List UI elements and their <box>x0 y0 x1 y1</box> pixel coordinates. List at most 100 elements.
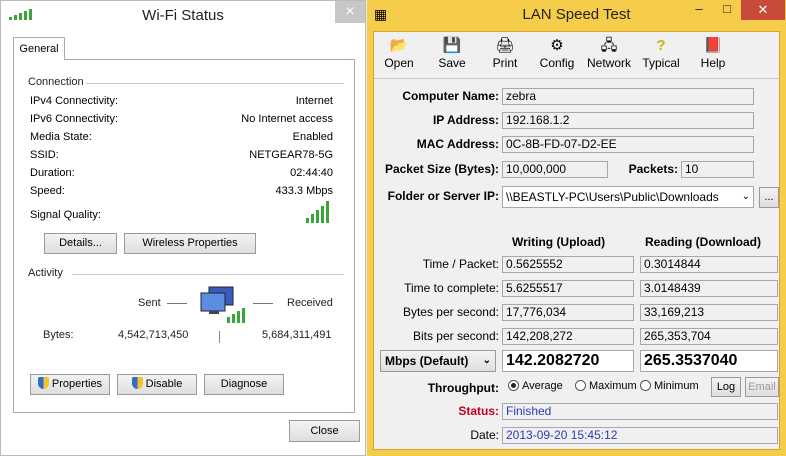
packet-size-field[interactable]: 10,000,000 <box>502 161 608 178</box>
lan-title-bar: ▦ LAN Speed Test – □ ✕ <box>367 0 786 30</box>
disable-button[interactable]: Disable <box>117 374 197 395</box>
time-to-complete-label: Time to complete: <box>404 281 499 295</box>
status-field: Finished <box>502 403 778 420</box>
toolbar-typical-button[interactable]: ? Typical <box>638 36 684 70</box>
toolbar-config-label: Config <box>539 56 575 70</box>
ipv4-label: IPv4 Connectivity: <box>30 95 119 107</box>
toolbar-network-button[interactable]: 🖧 Network <box>586 36 632 70</box>
maximize-icon[interactable]: □ <box>713 1 741 16</box>
radio-maximum-label: Maximum <box>589 380 637 392</box>
bytes-label: Bytes: <box>43 329 74 341</box>
config-icon: ⚙ <box>550 37 564 54</box>
folder-select-value: \\BEASTLY-PC\Users\Public\Downloads <box>506 190 719 204</box>
wifi-window-title: Wi-Fi Status <box>142 7 224 24</box>
network-icon: 🖧 <box>600 37 618 54</box>
radio-average-dot <box>508 380 519 391</box>
radio-average[interactable]: Average <box>508 380 563 392</box>
ip-address-field[interactable]: 192.168.1.2 <box>502 112 754 129</box>
bytes-sent-value: 4,542,713,450 <box>118 329 189 341</box>
ipv4-value: Internet <box>295 95 333 107</box>
bytes-received-value: 5,684,311,491 <box>262 329 332 341</box>
toolbar-help-button[interactable]: 📕 Help <box>690 36 736 70</box>
close-button[interactable]: Close <box>289 420 360 442</box>
folder-open-icon: 📂 <box>389 37 409 54</box>
activity-divider-vertical <box>219 331 220 343</box>
time-to-complete-write: 5.6255517 <box>502 280 634 297</box>
radio-average-label: Average <box>522 380 563 392</box>
radio-minimum-label: Minimum <box>654 380 699 392</box>
details-button[interactable]: Details... <box>44 233 117 254</box>
properties-button[interactable]: Properties <box>30 374 110 395</box>
shield-icon <box>131 377 143 389</box>
wifi-title-bar: Wi-Fi Status × <box>1 1 365 31</box>
toolbar-print-label: Print <box>492 56 518 70</box>
wifi-status-window: Wi-Fi Status × General Connection IPv4 C… <box>0 0 366 456</box>
toolbar-typical-label: Typical <box>642 56 680 70</box>
packets-field[interactable]: 10 <box>681 161 754 178</box>
wireless-properties-button[interactable]: Wireless Properties <box>124 233 256 254</box>
connection-divider <box>86 83 344 84</box>
mbps-write-value: 142.2082720 <box>502 350 634 372</box>
log-button[interactable]: Log <box>711 377 741 397</box>
connection-heading: Connection <box>28 76 84 88</box>
ssid-row: SSID: NETGEAR78-5G <box>30 149 333 165</box>
packets-label: Packets: <box>628 162 678 176</box>
folder-select[interactable]: \\BEASTLY-PC\Users\Public\Downloads ⌄ <box>502 186 754 208</box>
close-icon[interactable]: ✕ <box>741 0 785 20</box>
duration-value: 02:44:40 <box>290 167 333 179</box>
disable-label: Disable <box>145 378 183 390</box>
floppy-icon: 💾 <box>442 37 462 54</box>
bytes-per-second-write: 17,776,034 <box>502 304 634 321</box>
ipv6-row: IPv6 Connectivity: No Internet access <box>30 113 333 129</box>
duration-row: Duration: 02:44:40 <box>30 167 333 183</box>
computer-name-field[interactable]: zebra <box>502 88 754 105</box>
date-field: 2013-09-20 15:45:12 <box>502 427 778 444</box>
status-label: Status: <box>458 404 499 418</box>
bits-per-second-read: 265,353,704 <box>640 328 778 345</box>
minimize-icon[interactable]: – <box>685 1 713 16</box>
lan-speed-test-window: ▦ LAN Speed Test – □ ✕ 📂 Open 💾 Save 🖨 P… <box>367 0 786 456</box>
bits-per-second-label: Bits per second: <box>412 329 499 343</box>
received-dash <box>253 303 273 304</box>
browse-button[interactable]: ... <box>759 187 779 208</box>
chevron-down-icon: ⌄ <box>482 355 491 366</box>
ip-address-label: IP Address: <box>432 113 499 127</box>
mac-address-label: MAC Address: <box>416 137 499 151</box>
speed-row: Speed: 433.3 Mbps <box>30 185 333 201</box>
radio-minimum-dot <box>640 380 651 391</box>
time-per-packet-read: 0.3014844 <box>640 256 778 273</box>
network-computers-icon <box>200 286 245 323</box>
ipv4-row: IPv4 Connectivity: Internet <box>30 95 333 111</box>
time-to-complete-read: 3.0148439 <box>640 280 778 297</box>
signal-row: Signal Quality: <box>30 209 333 225</box>
ssid-value: NETGEAR78-5G <box>249 149 333 161</box>
reading-header: Reading (Download) <box>645 235 761 249</box>
packet-size-label: Packet Size (Bytes): <box>384 162 499 176</box>
unit-select[interactable]: Mbps (Default) ⌄ <box>380 350 496 372</box>
help-book-icon: 📕 <box>703 37 723 54</box>
chevron-down-icon: ⌄ <box>741 191 750 202</box>
toolbar-save-button[interactable]: 💾 Save <box>429 36 475 70</box>
computer-name-label: Computer Name: <box>402 89 499 103</box>
wifi-close-icon[interactable]: × <box>335 1 365 23</box>
ipv6-label: IPv6 Connectivity: <box>30 113 119 125</box>
mbps-read-value: 265.3537040 <box>640 350 778 372</box>
folder-label: Folder or Server IP: <box>387 189 499 203</box>
received-label: Received <box>287 297 333 309</box>
toolbar-open-button[interactable]: 📂 Open <box>376 36 422 70</box>
ipv6-value: No Internet access <box>241 113 333 125</box>
time-per-packet-write: 0.5625552 <box>502 256 634 273</box>
radio-maximum[interactable]: Maximum <box>575 380 637 392</box>
radio-minimum[interactable]: Minimum <box>640 380 699 392</box>
email-button[interactable]: Email <box>745 377 779 397</box>
toolbar-config-button[interactable]: ⚙ Config <box>534 36 580 70</box>
diagnose-button[interactable]: Diagnose <box>204 374 284 395</box>
mac-address-field[interactable]: 0C-8B-FD-07-D2-EE <box>502 136 754 153</box>
toolbar-print-button[interactable]: 🖨 Print <box>482 36 528 70</box>
time-per-packet-label: Time / Packet: <box>422 257 499 271</box>
tab-general[interactable]: General <box>13 37 65 60</box>
ssid-label: SSID: <box>30 149 59 161</box>
toolbar-network-label: Network <box>586 56 631 70</box>
media-state-row: Media State: Enabled <box>30 131 333 147</box>
toolbar-divider <box>374 78 779 79</box>
